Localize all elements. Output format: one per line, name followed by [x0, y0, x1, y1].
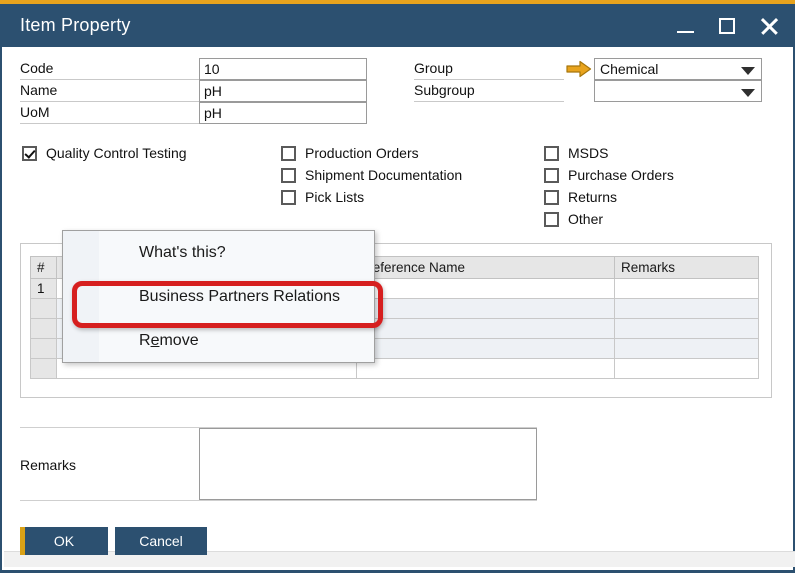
cell-remarks[interactable] — [615, 359, 759, 379]
row-number — [31, 299, 57, 319]
checkbox-label: Production Orders — [305, 145, 419, 161]
checkbox-label: Shipment Documentation — [305, 167, 462, 183]
checkbox-shipment-documentation[interactable]: Shipment Documentation — [281, 167, 462, 183]
window-controls — [673, 4, 783, 47]
checkbox-label: Pick Lists — [305, 189, 364, 205]
context-menu-item-whats-this[interactable]: What's this? — [63, 231, 374, 275]
label-uom: UoM — [20, 104, 50, 120]
checkbox-quality-control-testing[interactable]: Quality Control Testing — [22, 145, 187, 161]
item-property-dialog: Item Property Code Name UoM Group Chemic… — [0, 0, 795, 573]
cell-remarks[interactable] — [615, 339, 759, 359]
label-rule-subgroup — [414, 101, 564, 102]
label-rule-uom — [20, 123, 200, 124]
chevron-down-icon — [741, 89, 755, 97]
subgroup-dropdown[interactable] — [594, 80, 762, 102]
checkbox-label: MSDS — [568, 145, 608, 161]
cell-remarks[interactable] — [615, 319, 759, 339]
checkbox-icon — [544, 168, 559, 183]
checkbox-returns[interactable]: Returns — [544, 189, 617, 205]
window-title: Item Property — [20, 15, 131, 36]
checkbox-icon — [22, 146, 37, 161]
name-input[interactable] — [199, 80, 367, 102]
row-number — [31, 339, 57, 359]
group-dropdown[interactable]: Chemical — [594, 58, 762, 80]
chevron-down-icon — [741, 67, 755, 75]
remarks-textarea[interactable] — [199, 428, 537, 500]
ok-button[interactable]: OK — [20, 527, 108, 555]
checkbox-pick-lists[interactable]: Pick Lists — [281, 189, 364, 205]
checkbox-label: Purchase Orders — [568, 167, 674, 183]
label-code: Code — [20, 60, 53, 76]
group-link-arrow-icon[interactable] — [566, 60, 592, 78]
label-rule-name — [20, 101, 200, 102]
row-number — [31, 359, 57, 379]
cell-ref-name[interactable] — [357, 279, 615, 299]
checkbox-purchase-orders[interactable]: Purchase Orders — [544, 167, 674, 183]
checkbox-icon — [281, 146, 296, 161]
cancel-button[interactable]: Cancel — [115, 527, 207, 555]
title-bar: Item Property — [0, 4, 795, 47]
checkbox-production-orders[interactable]: Production Orders — [281, 145, 419, 161]
cell-ref-name[interactable] — [357, 319, 615, 339]
cell-remarks[interactable] — [615, 299, 759, 319]
checkbox-label: Quality Control Testing — [46, 145, 187, 161]
checkbox-icon — [281, 168, 296, 183]
cell-remarks[interactable] — [615, 279, 759, 299]
label-rule-group — [414, 79, 564, 80]
checkbox-label: Other — [568, 211, 603, 227]
checkbox-label: Returns — [568, 189, 617, 205]
label-subgroup: Subgroup — [414, 82, 475, 98]
label-group: Group — [414, 60, 453, 76]
remarks-label: Remarks — [20, 457, 76, 473]
row-number — [31, 319, 57, 339]
cell-ref-name[interactable] — [357, 339, 615, 359]
code-input[interactable] — [199, 58, 367, 80]
uom-input[interactable] — [199, 102, 367, 124]
remarks-rule-bottom — [20, 500, 537, 501]
minimize-icon[interactable] — [673, 13, 699, 39]
cell-ref-name[interactable] — [357, 359, 615, 379]
checkbox-icon — [544, 146, 559, 161]
close-icon[interactable] — [757, 13, 783, 39]
checkbox-other[interactable]: Other — [544, 211, 603, 227]
context-menu: What's this? Business Partners Relations… — [62, 230, 375, 363]
col-header-reference-name[interactable]: Reference Name — [357, 257, 615, 279]
checkbox-icon — [544, 190, 559, 205]
context-menu-item-remove[interactable]: Remove — [63, 319, 374, 363]
context-menu-item-business-partners-relations[interactable]: Business Partners Relations — [63, 275, 374, 319]
col-header-remarks[interactable]: Remarks — [615, 257, 759, 279]
cell-ref-name[interactable] — [357, 299, 615, 319]
label-name: Name — [20, 82, 57, 98]
label-rule-code — [20, 79, 200, 80]
checkbox-icon — [544, 212, 559, 227]
group-dropdown-value: Chemical — [600, 61, 658, 77]
ok-button-label: OK — [54, 533, 74, 549]
checkbox-icon — [281, 190, 296, 205]
ok-button-accent — [20, 527, 25, 555]
row-number: 1 — [31, 279, 57, 299]
col-header-number[interactable]: # — [31, 257, 57, 279]
maximize-icon[interactable] — [715, 13, 741, 39]
checkbox-msds[interactable]: MSDS — [544, 145, 608, 161]
